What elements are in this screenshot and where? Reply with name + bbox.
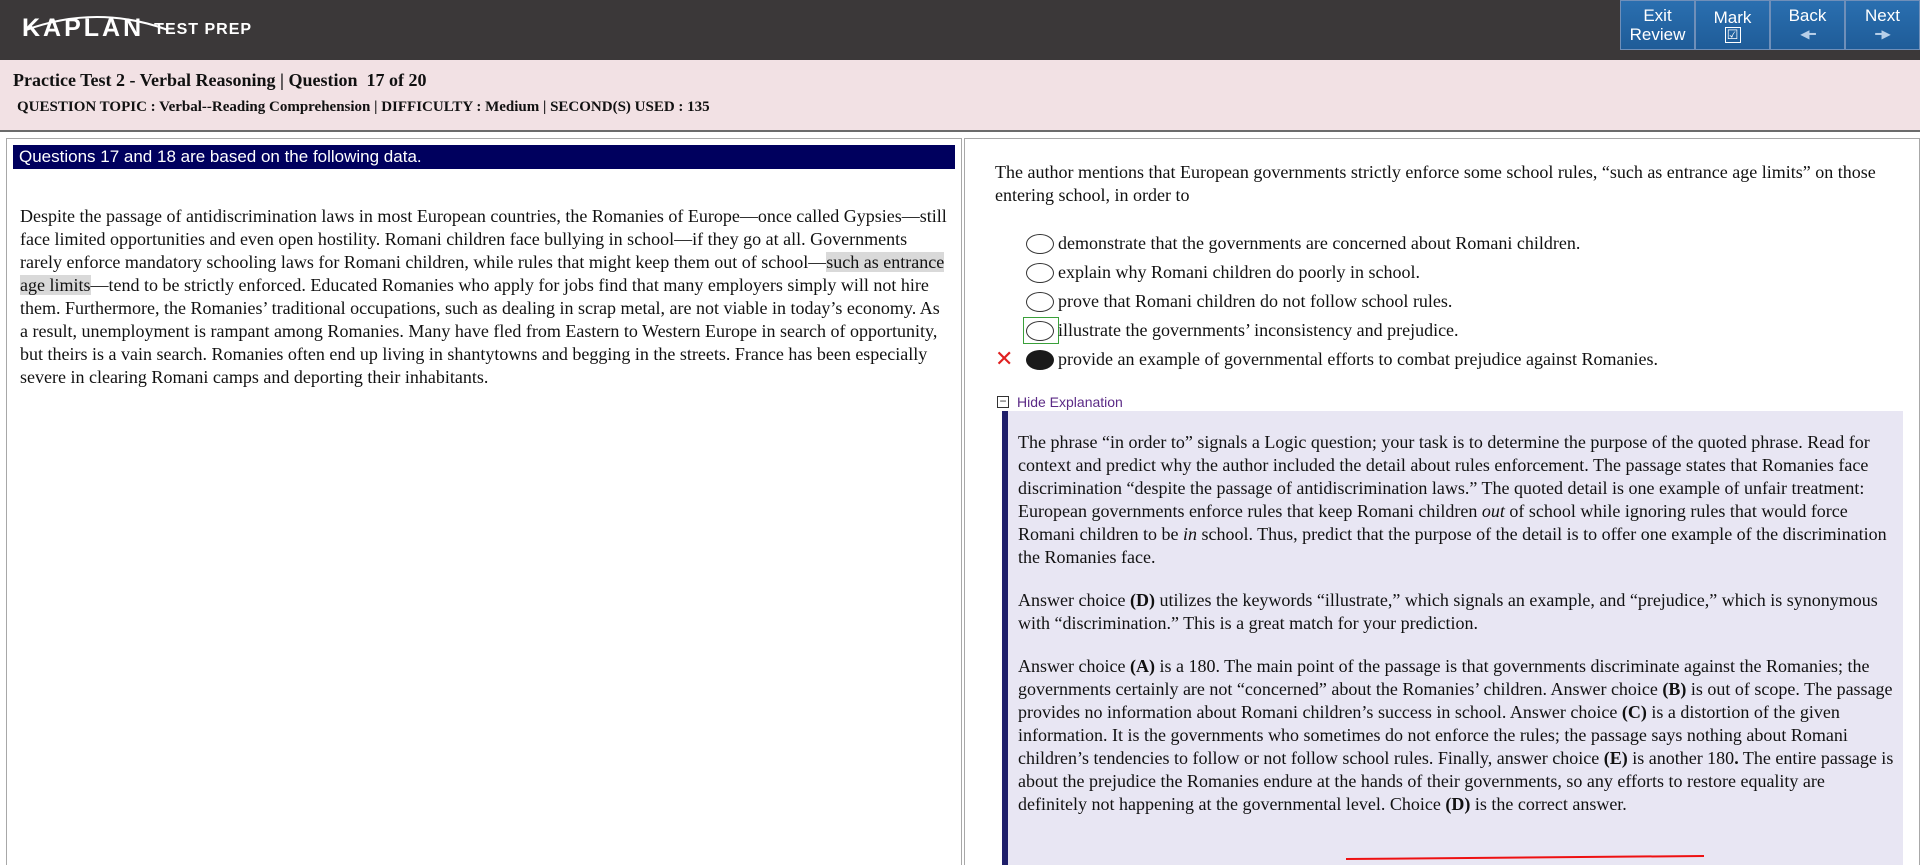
back-label: Back	[1788, 6, 1827, 25]
passage-text-after: —tend to be strictly enforced. Educated …	[20, 275, 940, 387]
choice-b-text: explain why Romani children do poorly in…	[1058, 262, 1420, 282]
passage-text-before: Despite the passage of antidiscriminatio…	[20, 206, 947, 272]
choice-a-text: demonstrate that the governments are con…	[1058, 233, 1581, 253]
question-header: Practice Test 2 - Verbal Reasoning | Que…	[0, 60, 1920, 132]
choice-d[interactable]: illustrate the governments’ inconsistenc…	[1023, 316, 1658, 345]
arrow-right-icon: ━▶	[1875, 27, 1890, 41]
explanation-paragraph-2: Answer choice (D) utilizes the keywords …	[1018, 590, 1878, 633]
hide-explanation-toggle[interactable]: − Hide Explanation	[997, 394, 1123, 410]
nav-buttons: Exit Review Mark ☑ Back ◀━ Next ━▶	[1620, 0, 1920, 50]
answer-choices: demonstrate that the governments are con…	[995, 229, 1658, 374]
choice-e-text: provide an example of governmental effor…	[1058, 349, 1658, 369]
radio-c[interactable]	[1025, 291, 1054, 312]
radio-e-selected[interactable]	[1025, 349, 1054, 370]
choice-c-text: prove that Romani children do not follow…	[1058, 291, 1453, 311]
explanation-text: The phrase “in order to” signals a Logic…	[1018, 431, 1898, 836]
question-meta: QUESTION TOPIC : Verbal--Reading Compreh…	[17, 99, 710, 115]
radio-a[interactable]	[1025, 233, 1054, 254]
radio-b[interactable]	[1025, 262, 1054, 283]
exit-label: Exit	[1643, 6, 1672, 25]
choice-e[interactable]: ✕ provide an example of governmental eff…	[995, 345, 1658, 374]
hide-explanation-label: Hide Explanation	[1017, 394, 1123, 410]
kaplan-logo: KAPLAN TEST PREP	[22, 8, 252, 48]
top-bar: KAPLAN TEST PREP Exit Review Mark ☑ Back…	[0, 0, 1920, 60]
passage-text: Despite the passage of antidiscriminatio…	[20, 205, 950, 389]
mark-checkbox-icon: ☑	[1724, 26, 1741, 43]
review-label: Review	[1629, 25, 1686, 44]
wrong-answer-x-icon: ✕	[995, 347, 1014, 372]
radio-d[interactable]	[1025, 320, 1054, 341]
mark-button[interactable]: Mark ☑	[1695, 0, 1770, 50]
explanation-paragraph-3: Answer choice (A) is a 180. The main poi…	[1018, 656, 1894, 814]
back-button[interactable]: Back ◀━	[1770, 0, 1845, 50]
collapse-icon: −	[997, 395, 1009, 408]
arrow-left-icon: ◀━	[1800, 27, 1815, 41]
choice-d-text: illustrate the governments’ inconsistenc…	[1058, 320, 1459, 340]
choice-b[interactable]: explain why Romani children do poorly in…	[1025, 258, 1658, 287]
next-label: Next	[1865, 6, 1900, 25]
explanation-paragraph-1: The phrase “in order to” signals a Logic…	[1018, 432, 1887, 567]
logo-wordmark: KAPLAN	[22, 14, 169, 43]
exit-review-button[interactable]: Exit Review	[1620, 0, 1695, 50]
passage-panel[interactable]: Questions 17 and 18 are based on the fol…	[6, 138, 962, 865]
mark-label: Mark	[1713, 7, 1752, 27]
next-button[interactable]: Next ━▶	[1845, 0, 1920, 50]
question-stem: The author mentions that European govern…	[995, 162, 1876, 205]
choice-a[interactable]: demonstrate that the governments are con…	[1025, 229, 1658, 258]
choice-c[interactable]: prove that Romani children do not follow…	[1025, 287, 1658, 316]
passage-header: Questions 17 and 18 are based on the fol…	[13, 145, 955, 169]
question-panel[interactable]: The author mentions that European govern…	[964, 138, 1920, 865]
test-title: Practice Test 2 - Verbal Reasoning | Que…	[13, 70, 427, 90]
correct-answer-indicator	[1023, 317, 1059, 344]
explanation-box: The phrase “in order to” signals a Logic…	[1002, 411, 1903, 865]
logo-arc-icon	[25, 15, 169, 31]
